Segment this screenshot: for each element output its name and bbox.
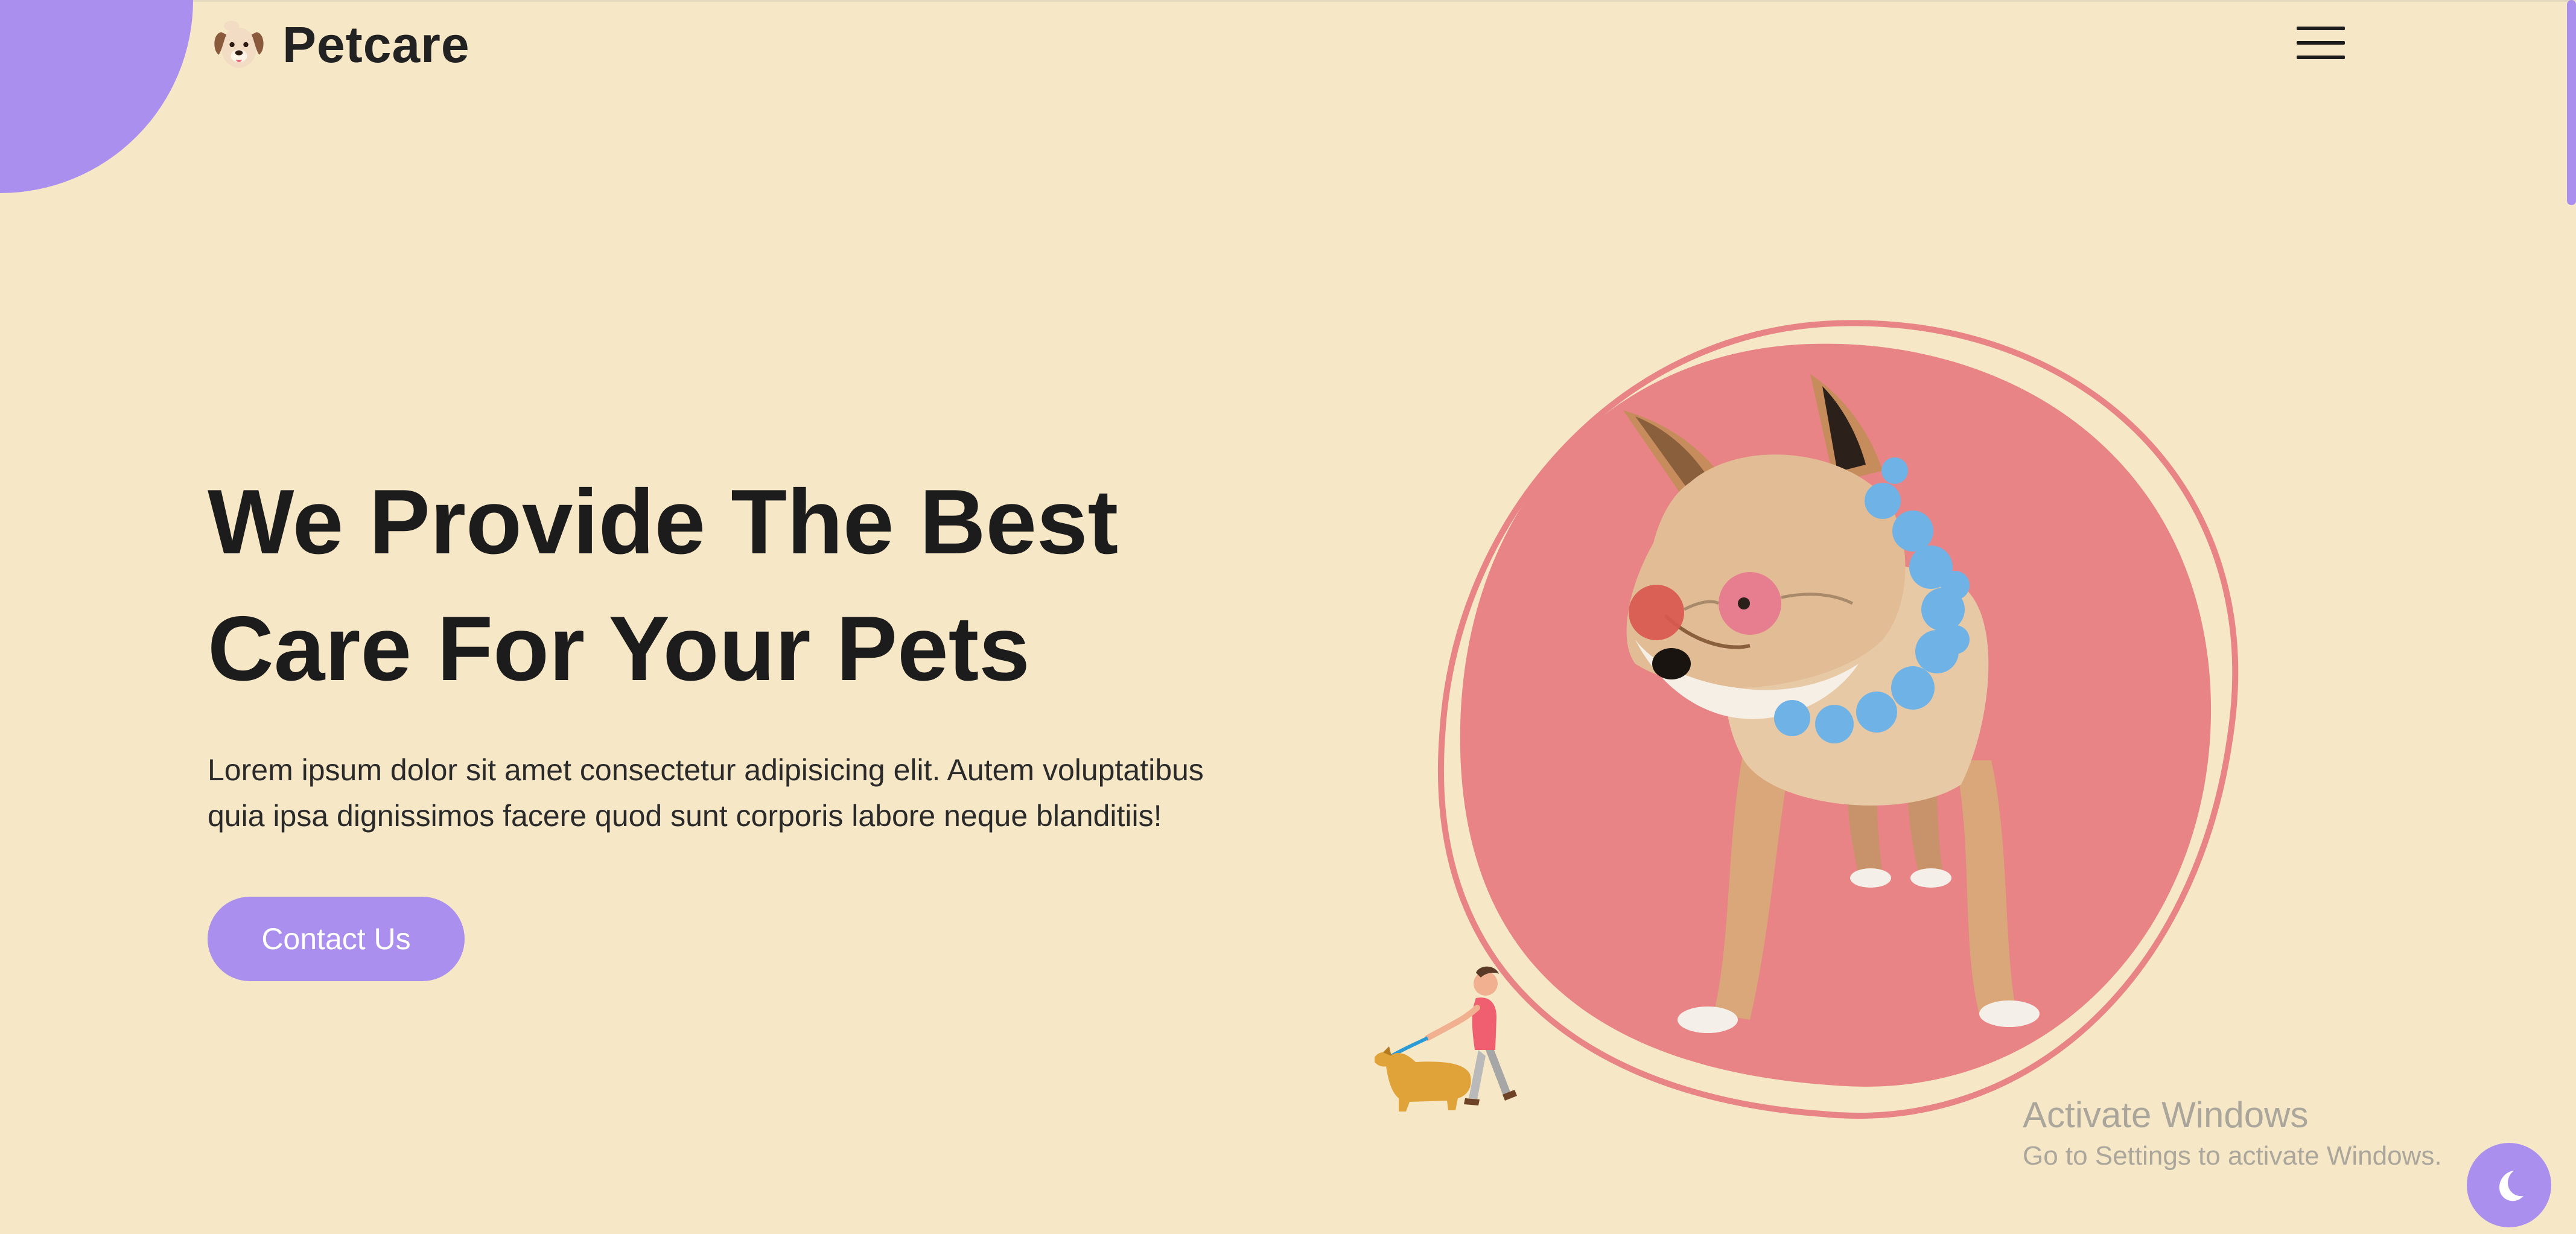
- windows-activation-watermark: Activate Windows Go to Settings to activ…: [2023, 1092, 2542, 1174]
- contact-us-button[interactable]: Contact Us: [208, 897, 465, 981]
- hero-description-line: Lorem ipsum dolor sit amet consectetur a…: [208, 753, 1204, 787]
- top-border: [0, 0, 2576, 2]
- person-walking-dog-illustration: [1375, 966, 1517, 1112]
- dog-face-icon: [214, 21, 264, 68]
- page: Petcare We Provide The Best Care For You…: [0, 0, 2576, 1234]
- hamburger-menu-icon[interactable]: [2297, 27, 2345, 59]
- hero-title-line: Care For Your Pets: [208, 597, 1030, 700]
- hero-title-line: We Provide The Best: [208, 471, 1119, 573]
- hero-title: We Provide The Best Care For Your Pets: [208, 459, 1294, 712]
- logo[interactable]: Petcare: [208, 13, 470, 76]
- menu-line: [2297, 27, 2345, 30]
- corner-blob: [0, 0, 193, 193]
- moon-icon: [2499, 1171, 2524, 1201]
- scrollbar-thumb[interactable]: [2567, 0, 2576, 205]
- watermark-subtitle: Go to Settings to activate Windows.: [2023, 1141, 2442, 1171]
- menu-line: [2297, 56, 2345, 59]
- theme-toggle-button[interactable]: [2467, 1143, 2551, 1227]
- hero-description-line: quia ipsa dignissimos facere quod sunt c…: [208, 799, 1162, 833]
- brand-name: Petcare: [282, 16, 470, 73]
- watermark-title: Activate Windows: [2023, 1095, 2309, 1135]
- hero-description: Lorem ipsum dolor sit amet consectetur a…: [208, 747, 1258, 839]
- menu-line: [2297, 41, 2345, 45]
